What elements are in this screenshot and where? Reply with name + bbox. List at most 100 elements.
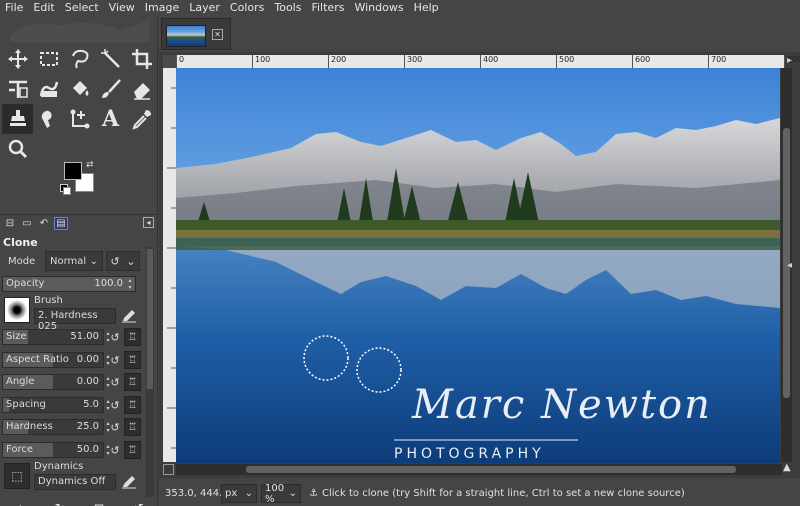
restore-preset-icon[interactable]: ↻ [55,502,66,506]
unit-value: px [225,488,238,499]
tool-options-scroll-thumb[interactable] [147,249,153,389]
zoom-tool-icon[interactable] [2,134,33,164]
undo-history-tab-icon[interactable]: ↶ [37,217,51,230]
angle-link-icon[interactable]: ♖ [124,373,141,391]
menu-filters[interactable]: Filters [306,0,349,16]
brush-name-field[interactable]: 2. Hardness 025 [34,308,116,332]
menu-help[interactable]: Help [409,0,444,16]
chevron-down-icon: ⌄ [288,488,297,499]
dynamics-name-field[interactable]: Dynamics Off [34,474,116,490]
angle-reset-icon[interactable]: ↺ [107,374,123,390]
menu-windows[interactable]: Windows [349,0,408,16]
rect-select-tool-icon[interactable] [33,44,64,74]
hardness-label: Hardness [6,421,53,432]
path-tool-icon[interactable] [64,104,95,134]
spacing-reset-icon[interactable]: ↺ [107,397,123,413]
unit-select[interactable]: px ⌄ [221,484,257,503]
opacity-spin-icon[interactable]: ▴ ▾ [126,277,134,291]
spacing-link-icon[interactable]: ♖ [124,396,141,414]
swap-colors-icon[interactable]: ⇄ [86,160,94,170]
size-label: Size [6,331,27,342]
horizontal-scroll-thumb[interactable] [246,466,736,473]
vertical-ruler[interactable] [163,68,176,462]
horizontal-scrollbar[interactable] [176,464,782,475]
dynamics-row: ⬚ Dynamics Dynamics Off [2,461,142,491]
dynamics-preview-icon[interactable]: ⬚ [4,463,30,489]
watermark-subtitle: PHOTOGRAPHY [394,446,545,462]
zoom-value: 100 % [265,482,285,505]
aspect-ratio-reset-icon[interactable]: ↺ [107,352,123,368]
tool-options-scrollbar[interactable] [146,247,154,497]
menu-select[interactable]: Select [60,0,104,16]
smudge-tool-icon[interactable] [33,104,64,134]
color-area[interactable]: ⇄ [60,160,100,196]
angle-slider[interactable]: Angle 0.00 [2,374,104,390]
text-tool-icon[interactable]: A [95,104,126,134]
images-tab-icon[interactable]: ▤ [54,217,68,230]
force-link-icon[interactable]: ♖ [124,441,141,459]
zoom-select[interactable]: 100 % ⌄ [261,482,301,505]
device-status-tab-icon[interactable]: ▭ [20,217,34,230]
hardness-link-icon[interactable]: ♖ [124,418,141,436]
menu-file[interactable]: File [0,0,28,16]
aspect-ratio-slider[interactable]: Aspect Ratio 0.00 [2,352,104,368]
dock-tabs: ⊟ ▭ ↶ ▤ ◂ [0,214,158,232]
brush-preview[interactable] [4,297,30,323]
force-reset-icon[interactable]: ↺ [107,442,123,458]
navigate-icon[interactable]: ▲ [783,462,796,475]
watermark-name: Marc Newton [411,382,712,428]
ruler-tick: 200 [328,55,346,68]
menu-edit[interactable]: Edit [28,0,59,16]
menu-layer[interactable]: Layer [184,0,225,16]
delete-preset-icon[interactable]: ⊠ [94,502,105,506]
image-canvas[interactable]: Marc Newton PHOTOGRAPHY [176,68,780,463]
tool-options-tab-icon[interactable]: ⊟ [3,217,17,230]
size-reset-icon[interactable]: ↺ [107,329,123,345]
spacing-value: 5.0 [83,399,99,410]
warp-transform-tool-icon[interactable] [33,74,64,104]
quick-mask-toggle[interactable] [163,464,174,475]
ruler-tick: 400 [480,55,498,68]
dock-menu-icon[interactable]: ◂ [143,217,154,228]
reset-options-icon[interactable]: ↺ [133,502,144,506]
edit-brush-icon[interactable] [120,308,138,324]
size-slider[interactable]: Size 51.00 [2,329,104,345]
zoom-fit-icon[interactable]: ◂ [787,260,800,273]
opacity-slider[interactable]: Opacity 100.0 ▴ ▾ [2,276,136,292]
mode-reset-button[interactable]: ↺ ⌄ [106,251,140,271]
fuzzy-select-tool-icon[interactable] [95,44,126,74]
foreground-color-swatch[interactable] [64,162,82,180]
menubar: File Edit Select View Image Layer Colors… [0,0,800,16]
horizontal-ruler[interactable]: 0 100 200 300 400 500 600 700 800 [176,55,800,68]
hardness-slider[interactable]: Hardness 25.0 [2,419,104,435]
unified-transform-tool-icon[interactable] [2,74,33,104]
eraser-tool-icon[interactable] [126,74,157,104]
color-picker-tool-icon[interactable] [126,104,157,134]
force-value: 50.0 [76,444,99,455]
hardness-value: 25.0 [76,421,99,432]
save-preset-icon[interactable]: ⏏ [14,502,26,506]
canvas-menu-icon[interactable]: ▸ [787,55,800,68]
hardness-reset-icon[interactable]: ↺ [107,419,123,435]
menu-colors[interactable]: Colors [225,0,269,16]
default-colors-icon[interactable] [60,184,71,195]
size-link-icon[interactable]: ♖ [124,328,141,346]
aspect-ratio-link-icon[interactable]: ♖ [124,351,141,369]
image-tabs: ✕ [159,16,800,52]
aspect-ratio-value: 0.00 [76,354,99,365]
crop-tool-icon[interactable] [126,44,157,74]
free-select-tool-icon[interactable] [64,44,95,74]
paintbrush-tool-icon[interactable] [95,74,126,104]
force-slider[interactable]: Force 50.0 [2,442,104,458]
spacing-slider[interactable]: Spacing 5.0 [2,397,104,413]
mode-select[interactable]: Normal ⌄ [45,251,103,271]
menu-image[interactable]: Image [140,0,184,16]
bucket-fill-tool-icon[interactable] [64,74,95,104]
close-icon[interactable]: ✕ [212,29,223,40]
move-tool-icon[interactable] [2,44,33,74]
clone-tool-icon[interactable] [2,104,33,134]
edit-dynamics-icon[interactable] [120,474,138,490]
image-tab[interactable]: ✕ [161,18,231,50]
menu-view[interactable]: View [104,0,140,16]
menu-tools[interactable]: Tools [269,0,306,16]
